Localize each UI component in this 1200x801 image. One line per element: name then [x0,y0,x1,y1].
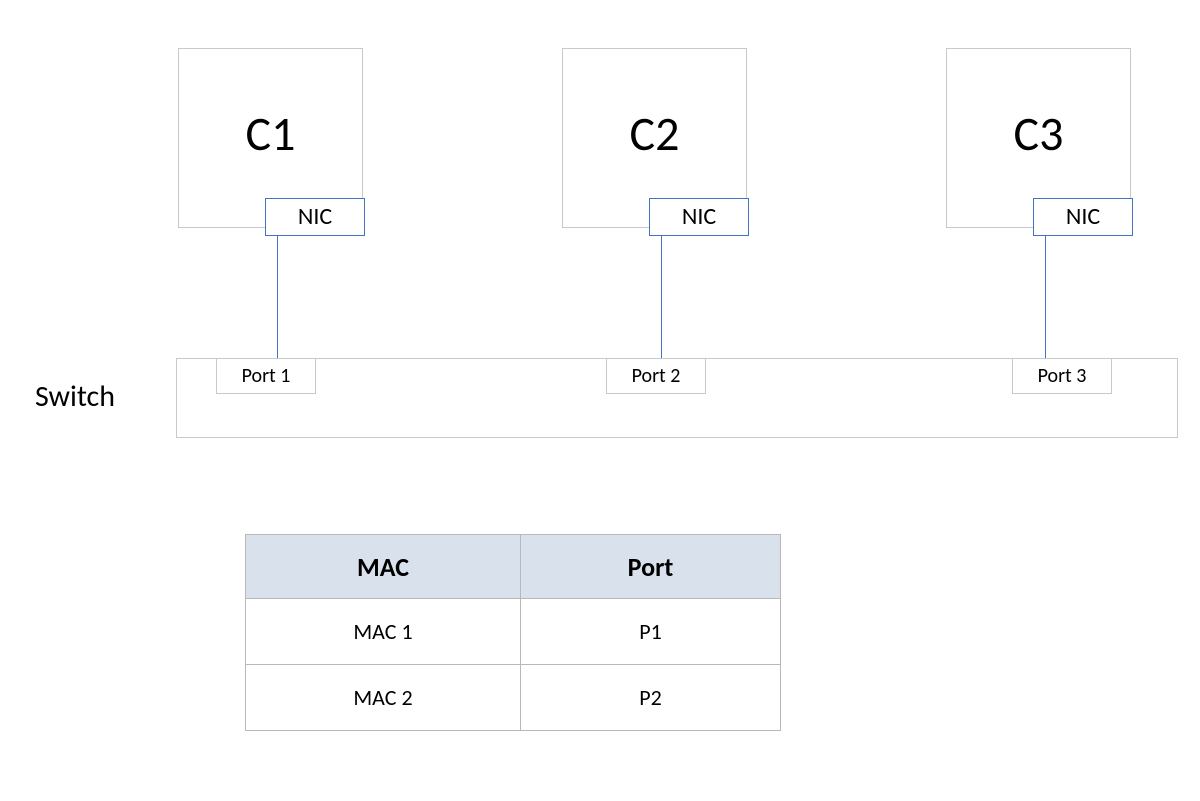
cell-port: P2 [521,665,781,731]
port-1: Port 1 [216,358,316,394]
switch-label: Switch [35,378,115,415]
port-3: Port 3 [1012,358,1112,394]
cell-mac: MAC 2 [246,665,521,731]
nic-c3: NIC [1033,198,1133,236]
table-row: MAC 2 P2 [246,665,781,731]
port-2: Port 2 [606,358,706,394]
cable-c1 [277,236,278,358]
header-mac: MAC [246,535,521,599]
cable-c3 [1045,236,1046,358]
mac-address-table: MAC Port MAC 1 P1 MAC 2 P2 [245,534,781,731]
header-port: Port [521,535,781,599]
cell-mac: MAC 1 [246,599,521,665]
cable-c2 [661,236,662,358]
nic-c1: NIC [265,198,365,236]
nic-c2: NIC [649,198,749,236]
computer-c1-label: C1 [179,104,362,163]
table-row: MAC 1 P1 [246,599,781,665]
computer-c2-label: C2 [563,104,746,163]
cell-port: P1 [521,599,781,665]
table-header-row: MAC Port [246,535,781,599]
computer-c3-label: C3 [947,104,1130,163]
